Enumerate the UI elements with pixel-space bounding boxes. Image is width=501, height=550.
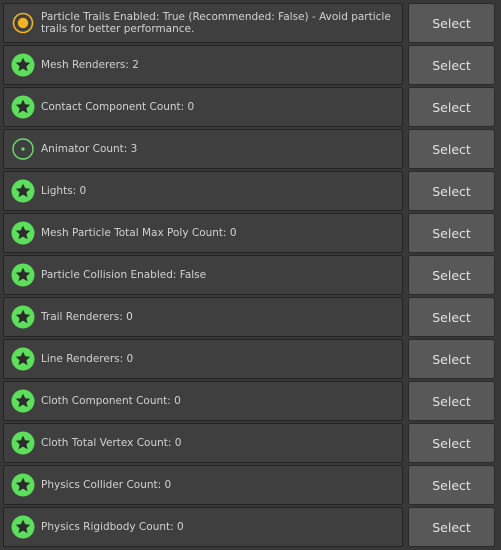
stat-row: Cloth Total Vertex Count: 0 Select (3, 423, 498, 463)
select-button[interactable]: Select (408, 255, 495, 295)
star-icon (11, 95, 35, 119)
stat-row: Particle Trails Enabled: True (Recommend… (3, 3, 498, 43)
stat-info: Cloth Component Count: 0 (3, 381, 403, 421)
stat-info: Trail Renderers: 0 (3, 297, 403, 337)
select-button[interactable]: Select (408, 129, 495, 169)
stat-row: Physics Collider Count: 0 Select (3, 465, 498, 505)
stat-info: Physics Collider Count: 0 (3, 465, 403, 505)
stat-message: Particle Collision Enabled: False (41, 268, 207, 281)
select-button[interactable]: Select (408, 87, 495, 127)
stat-info: Cloth Total Vertex Count: 0 (3, 423, 403, 463)
stat-info: Mesh Particle Total Max Poly Count: 0 (3, 213, 403, 253)
select-button[interactable]: Select (408, 507, 495, 547)
stat-message: Lights: 0 (41, 184, 87, 197)
stat-info: Line Renderers: 0 (3, 339, 403, 379)
stat-message: Cloth Total Vertex Count: 0 (41, 436, 182, 449)
stat-info: Lights: 0 (3, 171, 403, 211)
stat-info: Animator Count: 3 (3, 129, 403, 169)
stat-message: Cloth Component Count: 0 (41, 394, 181, 407)
stat-message: Particle Trails Enabled: True (Recommend… (41, 10, 391, 36)
star-icon (11, 179, 35, 203)
stat-message: Physics Rigidbody Count: 0 (41, 520, 184, 533)
select-button[interactable]: Select (408, 297, 495, 337)
stat-row: Trail Renderers: 0 Select (3, 297, 498, 337)
stat-row: Particle Collision Enabled: False Select (3, 255, 498, 295)
stat-info: Physics Rigidbody Count: 0 (3, 507, 403, 547)
star-icon (11, 263, 35, 287)
performance-stats-list: Particle Trails Enabled: True (Recommend… (3, 3, 498, 549)
stat-message: Physics Collider Count: 0 (41, 478, 172, 491)
star-icon (11, 305, 35, 329)
stat-message: Mesh Particle Total Max Poly Count: 0 (41, 226, 237, 239)
star-icon (11, 515, 35, 539)
stat-row: Lights: 0 Select (3, 171, 498, 211)
stat-row: Cloth Component Count: 0 Select (3, 381, 498, 421)
select-button[interactable]: Select (408, 171, 495, 211)
stat-info: Particle Trails Enabled: True (Recommend… (3, 3, 403, 43)
star-icon (11, 53, 35, 77)
stat-row: Physics Rigidbody Count: 0 Select (3, 507, 498, 547)
stat-message: Trail Renderers: 0 (41, 310, 133, 323)
star-icon (11, 431, 35, 455)
select-button[interactable]: Select (408, 339, 495, 379)
select-button[interactable]: Select (408, 3, 495, 43)
select-button[interactable]: Select (408, 465, 495, 505)
select-button[interactable]: Select (408, 45, 495, 85)
star-icon (11, 389, 35, 413)
stat-message: Contact Component Count: 0 (41, 100, 195, 113)
star-icon (11, 347, 35, 371)
select-button[interactable]: Select (408, 423, 495, 463)
stat-row: Contact Component Count: 0 Select (3, 87, 498, 127)
stat-info: Particle Collision Enabled: False (3, 255, 403, 295)
star-icon (11, 473, 35, 497)
select-button[interactable]: Select (408, 213, 495, 253)
stat-row: Mesh Renderers: 2 Select (3, 45, 498, 85)
stat-row: Mesh Particle Total Max Poly Count: 0 Se… (3, 213, 498, 253)
stat-message: Animator Count: 3 (41, 142, 138, 155)
dot-ring-icon (11, 137, 35, 161)
star-icon (11, 221, 35, 245)
select-button[interactable]: Select (408, 381, 495, 421)
stat-message: Line Renderers: 0 (41, 352, 134, 365)
stat-row: Animator Count: 3 Select (3, 129, 498, 169)
stat-info: Contact Component Count: 0 (3, 87, 403, 127)
warning-icon (11, 11, 35, 35)
stat-info: Mesh Renderers: 2 (3, 45, 403, 85)
stat-row: Line Renderers: 0 Select (3, 339, 498, 379)
stat-message: Mesh Renderers: 2 (41, 58, 139, 71)
